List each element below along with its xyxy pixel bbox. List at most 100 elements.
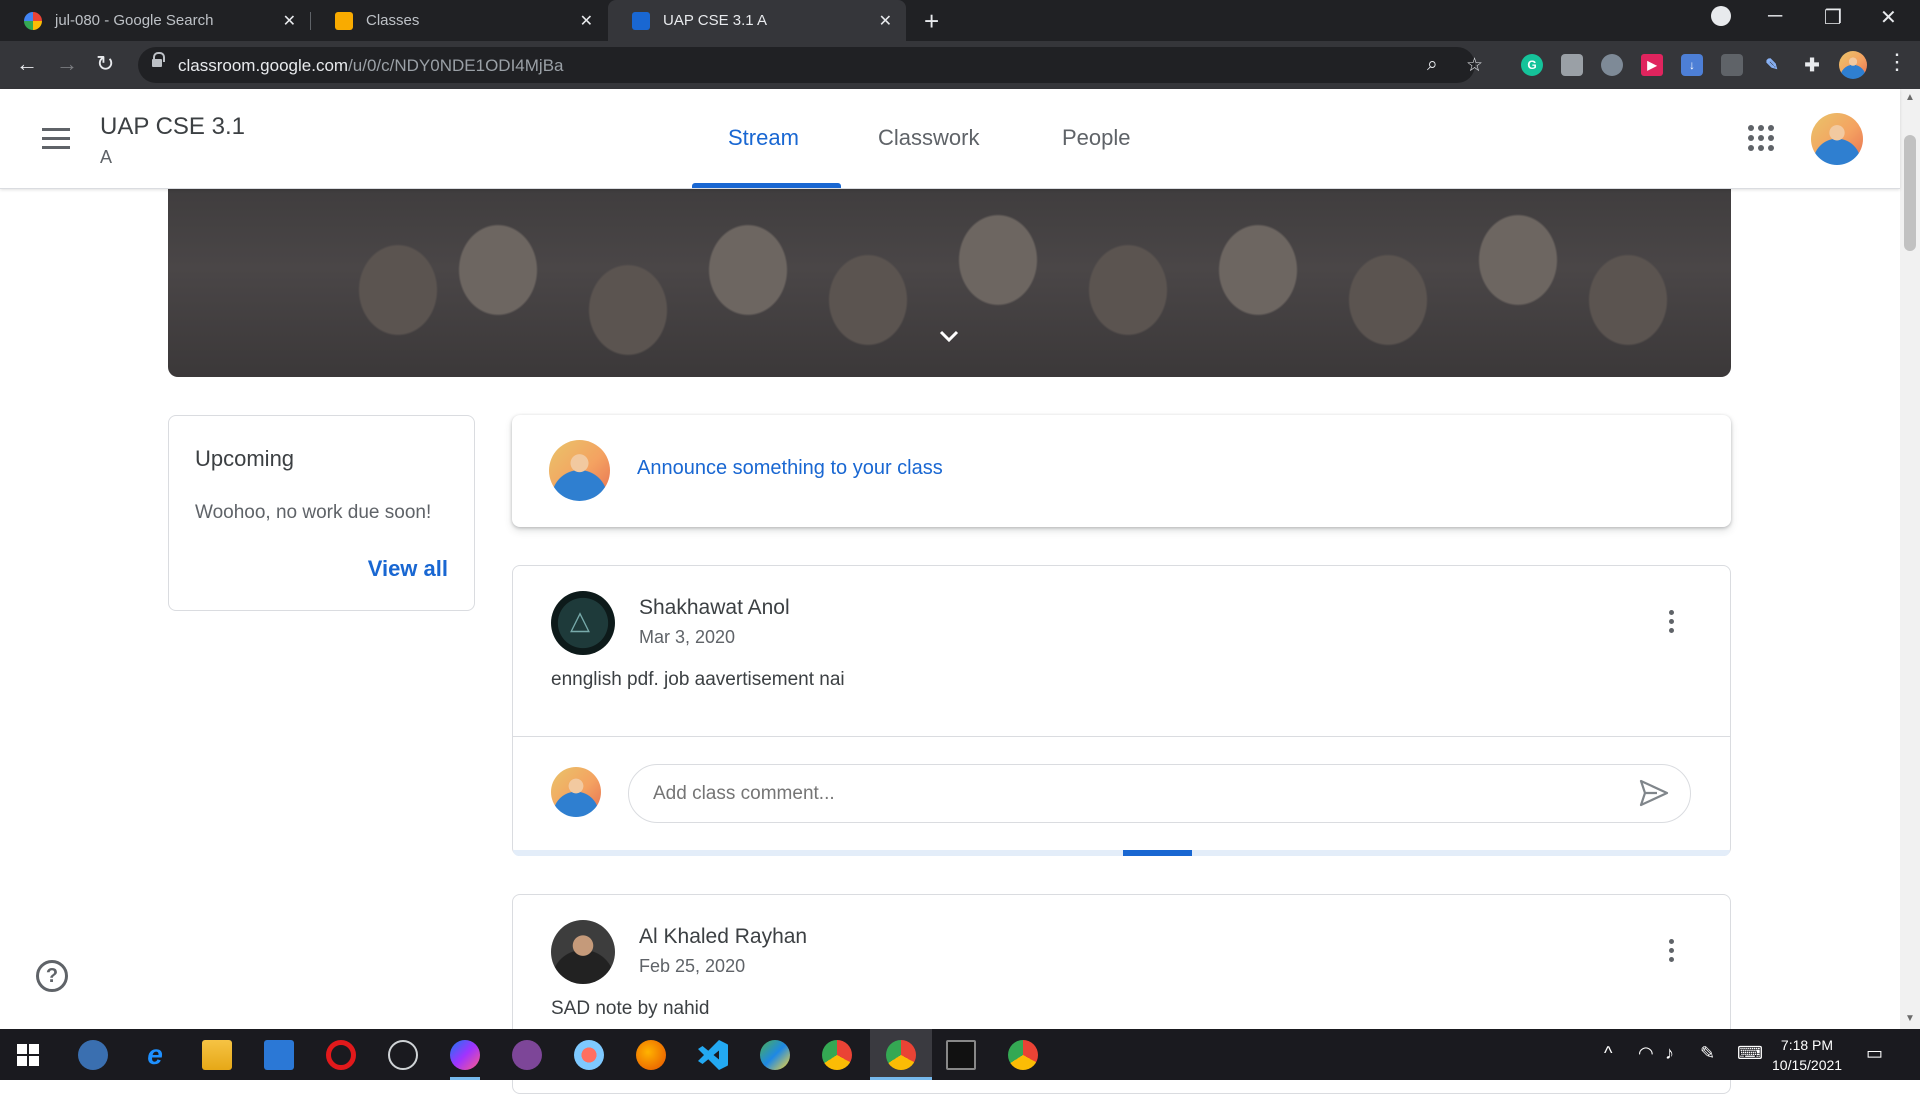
- bookmark-star-icon[interactable]: ☆: [1466, 54, 1483, 77]
- github-desktop-icon[interactable]: [512, 1040, 542, 1070]
- class-title[interactable]: UAP CSE 3.1: [100, 113, 245, 141]
- post-author: Shakhawat Anol: [639, 596, 790, 619]
- close-icon[interactable]: ✕: [879, 11, 892, 31]
- chevron-down-icon[interactable]: [939, 330, 959, 342]
- chrome-icon[interactable]: [822, 1040, 852, 1070]
- scrollbar-thumb[interactable]: [1904, 135, 1916, 251]
- zoom-icon[interactable]: ⌕: [1427, 54, 1438, 76]
- classroom-icon: [335, 11, 353, 30]
- author-avatar: [551, 920, 615, 984]
- main-menu-icon[interactable]: [42, 128, 70, 150]
- pen-workspace-icon[interactable]: ✎: [1700, 1043, 1715, 1064]
- tab-title: jul-080 - Google Search: [55, 12, 214, 29]
- announce-prompt[interactable]: Announce something to your class: [637, 457, 943, 480]
- restore-icon[interactable]: ❐: [1824, 5, 1842, 30]
- lock-icon[interactable]: [152, 52, 165, 70]
- more-options-icon[interactable]: [1669, 610, 1675, 637]
- post-author: Al Khaled Rayhan: [639, 925, 808, 948]
- url-text[interactable]: classroom.google.com/u/0/c/NDY0NDE1ODI4M…: [178, 56, 563, 76]
- tab-stream[interactable]: Stream: [728, 125, 799, 151]
- classroom-header: UAP CSE 3.1 A Stream Classwork People: [0, 89, 1900, 189]
- play-extension-icon[interactable]: ▶: [1641, 54, 1663, 76]
- browser-tab-classes[interactable]: Classes ✕: [311, 0, 607, 41]
- browser-app-icon[interactable]: [760, 1040, 790, 1070]
- upcoming-title: Upcoming: [195, 446, 295, 471]
- volume-icon[interactable]: ♪: [1665, 1043, 1674, 1064]
- clock-time: 7:18 PM: [1780, 1037, 1834, 1053]
- tab-search-icon[interactable]: [1711, 6, 1731, 26]
- paint-app-icon[interactable]: [574, 1040, 604, 1070]
- file-explorer-icon[interactable]: [202, 1040, 232, 1070]
- send-icon[interactable]: [1639, 779, 1669, 807]
- profile-avatar[interactable]: [1839, 51, 1867, 79]
- download-extension-icon[interactable]: ↓: [1681, 54, 1703, 76]
- satellite-app-icon[interactable]: [388, 1040, 418, 1070]
- show-hidden-icons-icon[interactable]: ^: [1604, 1043, 1612, 1064]
- screen-extension-icon[interactable]: [1721, 54, 1743, 76]
- more-options-icon[interactable]: [1669, 939, 1675, 966]
- forward-arrow-icon[interactable]: →: [56, 51, 78, 77]
- account-avatar[interactable]: [1811, 113, 1863, 165]
- post-body: ennglish pdf. job aavertisement nai: [551, 669, 845, 690]
- vscode-icon[interactable]: [698, 1040, 728, 1070]
- network-icon[interactable]: ◠: [1638, 1043, 1654, 1064]
- browser-tab-google-search[interactable]: jul-080 - Google Search ✕: [0, 0, 310, 41]
- tab-title: Classes: [366, 12, 420, 29]
- edge-icon[interactable]: e: [140, 1040, 170, 1070]
- firefox-icon[interactable]: [636, 1040, 666, 1070]
- view-all-link[interactable]: View all: [368, 556, 448, 582]
- post-body: SAD note by nahid: [551, 998, 710, 1019]
- notifications-icon[interactable]: ▭: [1866, 1043, 1883, 1064]
- tab-people[interactable]: People: [1062, 125, 1131, 151]
- qbittorrent-icon[interactable]: [78, 1040, 108, 1070]
- windows-start-icon[interactable]: [17, 1044, 39, 1066]
- loading-progress-bar: [513, 850, 1730, 856]
- back-arrow-icon[interactable]: ←: [16, 51, 38, 77]
- close-icon[interactable]: ✕: [283, 11, 296, 31]
- post-date: Mar 3, 2020: [639, 627, 736, 647]
- close-icon[interactable]: ✕: [580, 11, 593, 31]
- messenger-icon[interactable]: [450, 1040, 480, 1070]
- browser-menu-icon[interactable]: ⋮: [1886, 49, 1908, 75]
- grammarly-extension-icon[interactable]: G: [1521, 54, 1543, 76]
- browser-toolbar: ← → ↻ classroom.google.com/u/0/c/NDY0NDE…: [0, 41, 1920, 89]
- camera-extension-icon[interactable]: [1561, 54, 1583, 76]
- address-bar[interactable]: classroom.google.com/u/0/c/NDY0NDE1ODI4M…: [138, 47, 1483, 83]
- puzzle-extensions-icon[interactable]: ✚: [1801, 54, 1823, 76]
- mail-icon[interactable]: [264, 1040, 294, 1070]
- pen-extension-icon[interactable]: ✎: [1761, 54, 1783, 76]
- comment-row: [513, 736, 1730, 856]
- stream-post: Shakhawat Anol Mar 3, 2020 ennglish pdf.…: [512, 565, 1731, 856]
- active-tab-indicator: [692, 183, 841, 188]
- tab-classwork[interactable]: Classwork: [878, 125, 979, 151]
- keyboard-icon[interactable]: ⌨: [1737, 1043, 1763, 1064]
- opera-icon[interactable]: [326, 1040, 356, 1070]
- window-close-icon[interactable]: ✕: [1880, 5, 1897, 30]
- chrome-profile-icon[interactable]: [886, 1040, 916, 1070]
- scroll-down-icon[interactable]: ▼: [1905, 1013, 1915, 1024]
- class-comment-input[interactable]: [628, 764, 1691, 823]
- post-date: Feb 25, 2020: [639, 956, 746, 976]
- tab-title: UAP CSE 3.1 A: [663, 12, 767, 29]
- user-avatar: [551, 767, 601, 817]
- system-clock[interactable]: 7:18 PM 10/15/2021: [1772, 1035, 1842, 1075]
- announce-box[interactable]: Announce something to your class: [512, 415, 1731, 527]
- new-tab-icon[interactable]: +: [924, 6, 939, 37]
- clock-date: 10/15/2021: [1772, 1057, 1843, 1073]
- scroll-up-icon[interactable]: ▲: [1905, 92, 1915, 103]
- terminal-icon[interactable]: [946, 1040, 976, 1070]
- reload-icon[interactable]: ↻: [96, 51, 114, 77]
- author-avatar: [551, 591, 615, 655]
- help-icon[interactable]: ?: [36, 960, 68, 992]
- class-section: A: [100, 147, 113, 167]
- windows-taskbar: e ^ ◠ ♪ ✎ ⌨ 7:18 PM 10/15/2021 ▭: [0, 1029, 1920, 1080]
- browser-tab-uap-cse[interactable]: UAP CSE 3.1 A ✕: [608, 0, 906, 41]
- google-g-icon: [24, 11, 42, 30]
- extension-icon[interactable]: [1601, 54, 1623, 76]
- upcoming-message: Woohoo, no work due soon!: [195, 502, 432, 523]
- chrome-canary-icon[interactable]: [1008, 1040, 1038, 1070]
- upcoming-card: Upcoming Woohoo, no work due soon! View …: [168, 415, 475, 611]
- minimize-icon[interactable]: ─: [1768, 5, 1782, 28]
- google-apps-icon[interactable]: [1748, 125, 1774, 151]
- user-avatar: [549, 440, 610, 501]
